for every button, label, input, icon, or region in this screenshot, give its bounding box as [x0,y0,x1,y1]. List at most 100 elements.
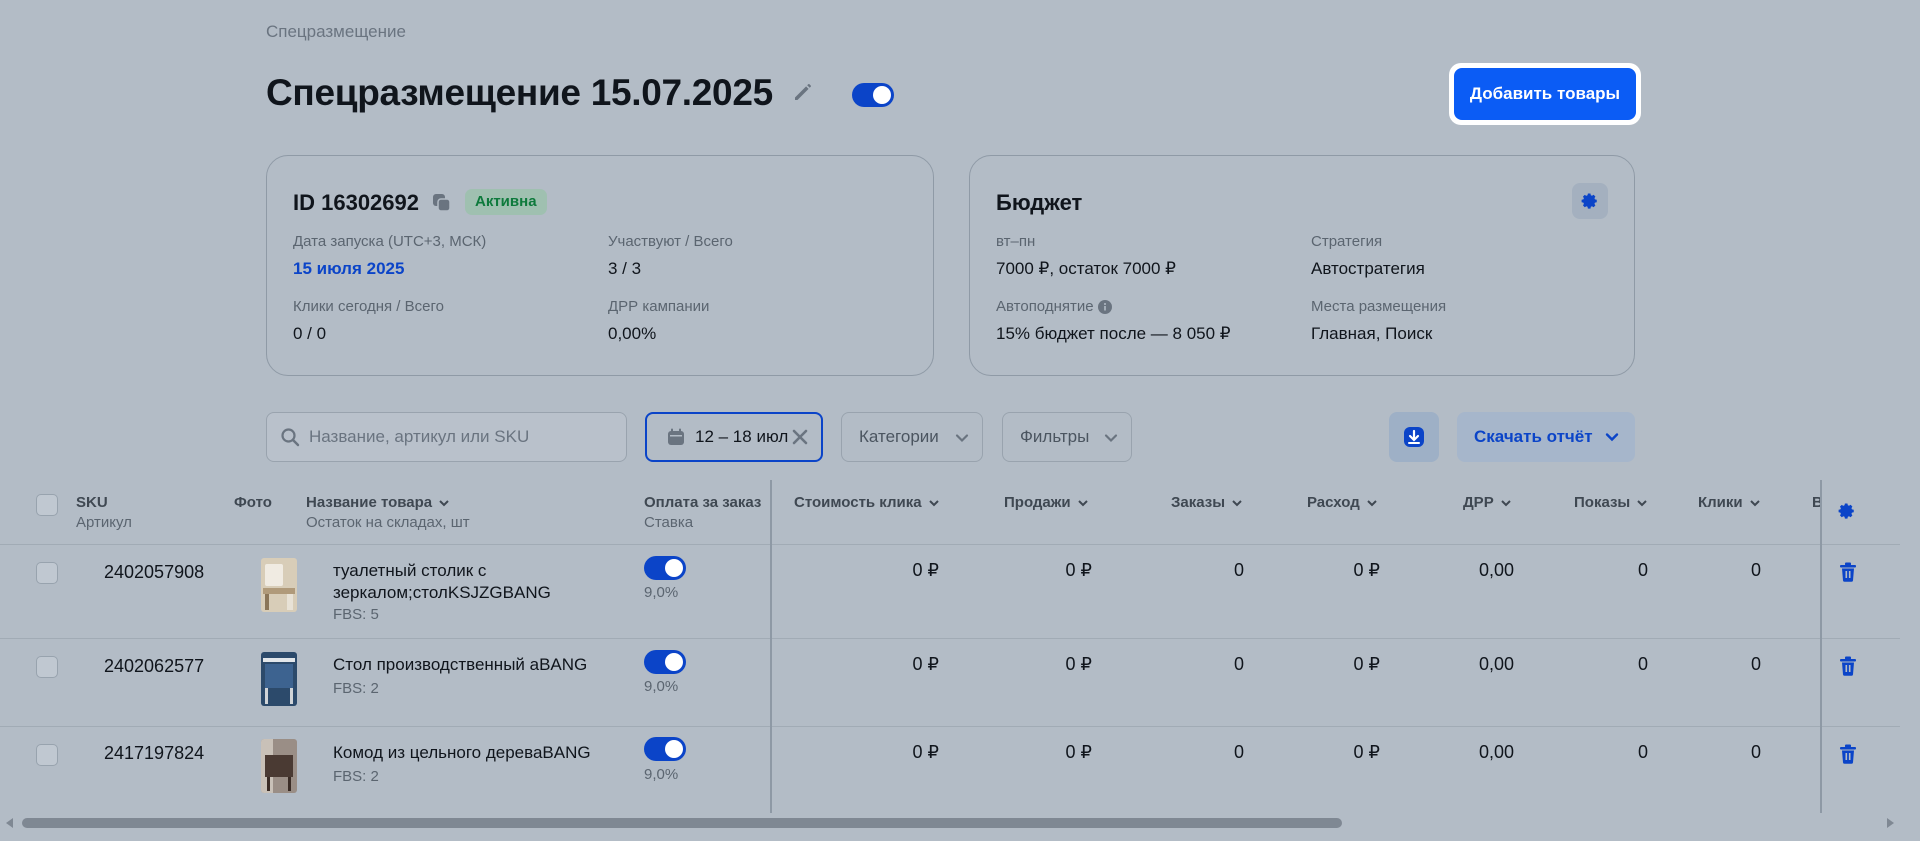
scroll-left-arrow-icon[interactable] [6,818,14,828]
row-rate: 9,0% [644,766,679,783]
row-click-cost: 0 ₽ [912,742,939,762]
row-drr: 0,00 [1478,742,1514,762]
col-clicks[interactable]: Клики [1698,494,1761,511]
col-orders[interactable]: Заказы [1171,494,1243,511]
filters-label: Фильтры [1020,427,1090,446]
participate-value: 3 / 3 [608,259,642,278]
autoraise-value: 15% бюджет после — 8 050 ₽ [996,324,1231,343]
period-label: вт–пн [996,233,1036,250]
col-spend[interactable]: Расход [1307,494,1378,511]
campaign-id: ID 16302692 [293,190,419,215]
col-pay: Оплата за заказ [644,494,762,511]
trash-icon[interactable] [1839,656,1857,676]
categories-dropdown[interactable]: Категории [841,412,983,462]
col-views[interactable]: Показы [1574,494,1648,511]
row-pay-toggle[interactable] [644,650,686,674]
row-clicks: 0 [1750,742,1761,762]
launch-date-value[interactable]: 15 июля 2025 [293,259,404,279]
row-checkbox[interactable] [36,656,58,678]
breadcrumb[interactable]: Спецразмещение [266,22,406,42]
row-orders: 0 [1233,742,1244,762]
col-name[interactable]: Название товара [306,494,450,511]
row-rate: 9,0% [644,584,679,601]
row-drr: 0,00 [1478,560,1514,580]
pencil-icon[interactable] [791,80,815,104]
places-label: Места размещения [1311,298,1447,315]
clicks-value: 0 / 0 [293,324,327,343]
close-icon[interactable] [790,427,810,447]
scroll-right-arrow-icon[interactable] [1886,818,1894,828]
download-button[interactable] [1389,412,1439,462]
trash-icon[interactable] [1839,562,1857,582]
row-click-cost: 0 ₽ [912,560,939,580]
row-checkbox[interactable] [36,744,58,766]
row-views: 0 [1637,560,1648,580]
col-article: Артикул [76,514,132,531]
drr-value: 0,00% [608,324,657,343]
col-clicks-label: Клики [1698,494,1743,511]
col-click-cost[interactable]: Стоимость клика [794,494,940,511]
campaign-toggle[interactable] [852,83,894,107]
budget-card: Бюджет вт–пн 7000 ₽, остаток 7000 ₽ Стра… [969,155,1635,376]
row-pay-toggle[interactable] [644,556,686,580]
row-spend: 0 ₽ [1353,742,1380,762]
chevron-down-icon [1500,500,1511,507]
row-sku: 2402062577 [104,656,205,676]
gear-icon [1581,193,1597,209]
page-title: Спецразмещение 15.07.2025 [266,72,773,113]
strategy-label: Стратегия [1311,233,1383,250]
trash-icon[interactable] [1839,744,1857,764]
col-sales[interactable]: Продажи [1004,494,1089,511]
table-row[interactable]: 2402062577 Стол производственный аBANG F… [0,638,1900,726]
info-icon[interactable] [1097,300,1112,315]
horizontal-scrollbar[interactable] [0,813,1900,833]
product-photo[interactable] [261,652,297,706]
search-input[interactable]: Название, артикул или SKU [266,412,627,462]
gear-icon[interactable] [1838,502,1856,520]
row-spend: 0 ₽ [1353,560,1380,580]
row-pay-toggle[interactable] [644,737,686,761]
chevron-down-icon [1077,500,1088,507]
row-checkbox[interactable] [36,562,58,584]
select-all-checkbox[interactable] [36,494,58,516]
participate-label: Участвуют / Всего [608,233,733,250]
date-range-picker[interactable]: 12 – 18 июл [645,412,823,462]
chevron-down-icon [928,500,939,507]
row-rate: 9,0% [644,678,679,695]
col-sales-label: Продажи [1004,494,1071,511]
products-table: SKU Артикул Фото Название товара Остаток… [0,480,1900,813]
row-product-name[interactable]: Комод из цельного дереваBANG [333,742,613,764]
row-product-name[interactable]: Стол производственный аBANG [333,654,613,676]
chevron-down-icon [1232,500,1242,507]
autoraise-label-text: Автоподнятие [996,298,1094,315]
download-report-button[interactable]: Скачать отчёт [1457,412,1635,462]
status-badge: Активна [465,189,547,215]
table-row[interactable]: 2417197824 Комод из цельного дереваBANG … [0,726,1900,813]
row-stock: FBS: 5 [333,606,379,623]
drr-label: ДРР кампании [608,298,710,315]
col-views-label: Показы [1574,494,1631,511]
filters-dropdown[interactable]: Фильтры [1002,412,1132,462]
col-photo: Фото [234,494,272,511]
scrollbar-thumb[interactable] [22,818,1342,828]
budget-settings-button[interactable] [1572,183,1608,219]
row-product-name[interactable]: туалетный столик с зеркалом;столKSJZGBAN… [333,560,613,604]
chevron-down-icon [1605,433,1619,442]
col-orders-label: Заказы [1171,494,1226,511]
row-spend: 0 ₽ [1353,654,1380,674]
col-name-label: Название товара [306,494,433,511]
product-photo[interactable] [261,739,297,793]
table-row[interactable]: 2402057908 туалетный столик с зеркалом;с… [0,544,1900,638]
campaign-info-card: ID 16302692 Активна Дата запуска (UTC+3,… [266,155,934,376]
row-stock: FBS: 2 [333,680,379,697]
col-stock: Остаток на складах, шт [306,514,470,531]
clicks-label: Клики сегодня / Всего [293,298,444,315]
copy-icon[interactable] [431,192,453,214]
chevron-down-icon [1637,500,1647,507]
col-drr[interactable]: ДРР [1463,494,1512,511]
add-products-button[interactable]: Добавить товары [1454,68,1636,120]
download-report-label: Скачать отчёт [1474,427,1593,446]
product-photo[interactable] [261,558,297,612]
budget-title: Бюджет [996,190,1083,215]
col-sku: SKU [76,494,108,511]
